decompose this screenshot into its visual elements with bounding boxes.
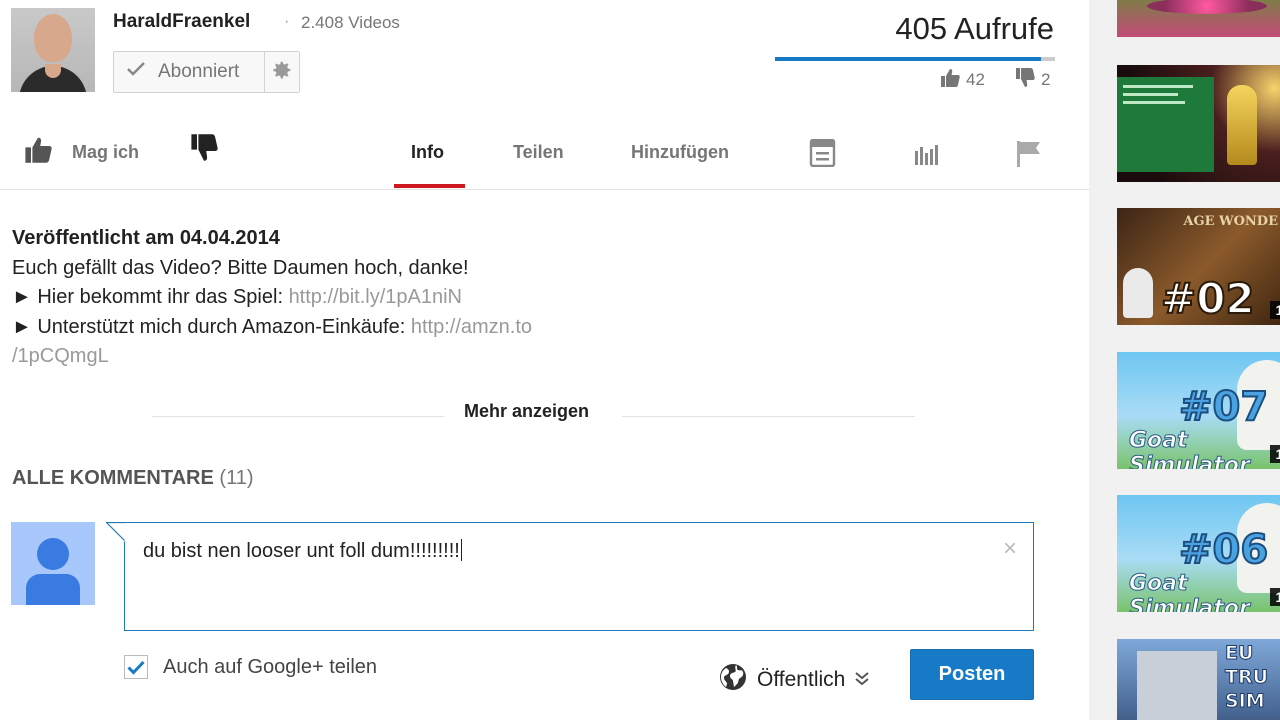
share-google-plus-option[interactable]: Auch auf Google+ teilen	[124, 655, 377, 679]
episode-number: #07	[1178, 383, 1269, 431]
comment-draft-value: du bist nen looser unt foll dum!!!!!!!!!	[143, 540, 460, 562]
chevron-down-icon	[854, 668, 870, 692]
related-video-thumbnail[interactable]: #07 Goat Simulator 1!	[1117, 352, 1280, 469]
like-ratio-fill	[775, 57, 1041, 61]
flag-icon[interactable]	[1016, 140, 1043, 172]
gear-icon	[271, 59, 293, 86]
transcript-icon[interactable]	[808, 138, 837, 172]
video-description: Veröffentlicht am 04.04.2014 Euch gefäll…	[12, 224, 632, 372]
divider	[622, 416, 915, 417]
tab-share[interactable]: Teilen	[513, 142, 564, 163]
divider	[152, 416, 444, 417]
thumbnail-title-text: EU TRU SIM	[1225, 642, 1269, 713]
game-link[interactable]: http://bit.ly/1pA1niN	[289, 286, 462, 308]
tab-info[interactable]: Info	[411, 142, 444, 163]
thumbnail-title-text: Goat Simulator	[1129, 428, 1251, 470]
comment-box-tail	[106, 522, 125, 542]
related-video-thumbnail[interactable]	[1117, 65, 1280, 182]
like-button[interactable]: Mag ich	[24, 136, 139, 168]
statistics-icon[interactable]	[914, 143, 940, 170]
comments-count: (11)	[219, 467, 254, 489]
action-bar: Mag ich Info Teilen Hinzufügen	[0, 120, 1089, 190]
dislike-count-value: 2	[1041, 70, 1051, 89]
description-line: ► Unterstützt mich durch Amazon-Einkäufe…	[12, 313, 632, 343]
related-video-thumbnail[interactable]: AGE WONDE #02 1!	[1117, 208, 1280, 325]
episode-number: #06	[1178, 526, 1269, 574]
video-duration: 1!	[1269, 588, 1280, 606]
view-count: 405 Aufrufe	[895, 11, 1054, 46]
like-count-value: 42	[966, 70, 985, 89]
thumbs-up-icon	[940, 68, 960, 92]
globe-icon	[718, 662, 748, 698]
episode-number: #02	[1160, 273, 1256, 324]
related-video-thumbnail[interactable]: #06 Goat Simulator 1!	[1117, 495, 1280, 612]
dislike-count: 2	[1015, 68, 1050, 92]
active-tab-indicator	[394, 184, 465, 188]
video-duration: 1!	[1269, 301, 1280, 319]
channel-video-count: 2.408 Videos	[301, 13, 400, 32]
privacy-selector[interactable]: Öffentlich	[718, 662, 870, 698]
comments-header: ALLE KOMMENTARE (11)	[12, 467, 254, 490]
separator-dot: ·	[284, 13, 290, 30]
close-icon[interactable]: ×	[1003, 535, 1017, 563]
share-google-plus-label: Auch auf Google+ teilen	[163, 655, 378, 678]
comments-title: ALLE KOMMENTARE	[12, 467, 214, 489]
text-caret	[460, 539, 462, 561]
dislike-button[interactable]	[190, 134, 218, 166]
thumbnail-title-text: AGE WONDE	[1183, 214, 1278, 229]
privacy-label: Öffentlich	[757, 668, 846, 691]
description-line: Euch gefällt das Video? Bitte Daumen hoc…	[12, 256, 469, 279]
subscribed-button[interactable]: Abonniert	[113, 51, 265, 93]
publish-date: Veröffentlicht am 04.04.2014	[12, 227, 280, 249]
comment-input[interactable]: du bist nen looser unt foll dum!!!!!!!!!…	[124, 522, 1034, 631]
description-line: /1pCQmgL	[12, 342, 632, 372]
show-more-button[interactable]: Mehr anzeigen	[464, 401, 589, 422]
related-video-thumbnail[interactable]	[1117, 0, 1280, 37]
amazon-link[interactable]: http://amzn.to	[411, 316, 532, 338]
channel-name[interactable]: HaraldFraenkel	[113, 11, 250, 33]
checkmark-icon	[127, 660, 145, 675]
thumbs-down-icon	[190, 134, 218, 165]
like-label: Mag ich	[72, 141, 140, 162]
share-checkbox[interactable]	[124, 655, 148, 679]
checkmark-icon	[126, 61, 146, 83]
like-dislike-bar	[775, 57, 1055, 61]
like-count: 42	[940, 68, 985, 92]
subscription-settings-button[interactable]	[264, 51, 300, 93]
thumbs-up-icon	[24, 136, 52, 168]
thumbs-down-icon	[1015, 68, 1035, 92]
tab-add-to[interactable]: Hinzufügen	[631, 142, 729, 163]
comment-draft-text[interactable]: du bist nen looser unt foll dum!!!!!!!!!	[143, 539, 462, 563]
user-avatar	[11, 522, 95, 605]
channel-avatar[interactable]	[11, 8, 95, 92]
amazon-link-continued[interactable]: /1pCQmgL	[12, 345, 109, 367]
video-duration: 1!	[1269, 445, 1280, 463]
subscribed-label: Abonniert	[158, 61, 240, 82]
description-text: ► Hier bekommt ihr das Spiel:	[12, 286, 289, 308]
watch-main: HaraldFraenkel · 2.408 Videos Abonniert …	[0, 0, 1089, 720]
related-video-thumbnail[interactable]: EU TRU SIM	[1117, 639, 1280, 720]
description-text: ► Unterstützt mich durch Amazon-Einkäufe…	[12, 315, 411, 338]
post-comment-button[interactable]: Posten	[910, 649, 1034, 700]
description-line: ► Hier bekommt ihr das Spiel: http://bit…	[12, 283, 632, 313]
thumbnail-title-text: Goat Simulator	[1129, 571, 1251, 613]
